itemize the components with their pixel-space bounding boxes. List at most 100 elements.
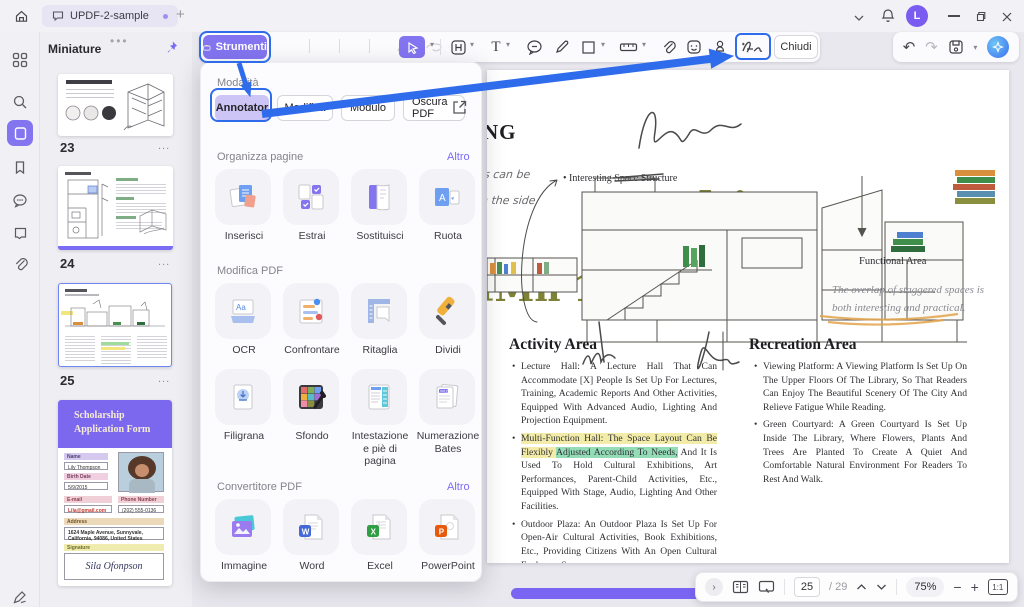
tile-label-excel: Excel (367, 560, 393, 572)
mode-annotator[interactable]: Annotator (215, 95, 269, 121)
attach-tool[interactable] (656, 36, 680, 58)
zoom-out-button[interactable]: − (953, 579, 961, 595)
ai-assistant-button[interactable] (987, 36, 1010, 58)
tile-ritaglia[interactable] (351, 283, 407, 339)
strumenti-button[interactable]: Strumenti (203, 35, 267, 59)
home-button[interactable] (8, 5, 34, 27)
tile-ruota[interactable]: A (419, 169, 475, 225)
tile-confrontare[interactable] (283, 283, 339, 339)
thumbnail-page-24[interactable] (58, 166, 173, 250)
search-button[interactable] (7, 89, 33, 115)
section-organizza-title: Organizza pagine (217, 151, 304, 163)
notes-button[interactable] (7, 219, 33, 245)
shape-chevron[interactable]: ▾ (601, 40, 605, 49)
section-organizza-altro[interactable]: Altro (447, 151, 470, 163)
tile-numerazione-bates[interactable]: 00123 (419, 369, 475, 425)
panel-resize-handle[interactable]: ••• (110, 34, 129, 48)
chiudi-button[interactable]: Chiudi (774, 35, 818, 59)
section-convertitore-altro[interactable]: Altro (447, 481, 470, 493)
highlight-tool[interactable] (446, 36, 470, 58)
measure-chevron[interactable]: ▾ (642, 40, 646, 49)
notifications-button[interactable] (880, 8, 896, 29)
split-knife-icon (436, 296, 455, 325)
tile-dividi[interactable] (419, 283, 475, 339)
comment-tool[interactable] (522, 36, 546, 58)
thumbnail-form-page[interactable]: Scholarship Application Form Name Lily T… (58, 400, 172, 586)
sticker-tool[interactable] (682, 36, 706, 58)
shape-tool[interactable] (576, 36, 600, 58)
tile-word[interactable]: W (283, 499, 339, 555)
open-in-window-button[interactable] (451, 99, 468, 121)
stamp-tool[interactable] (708, 36, 732, 58)
text-chevron[interactable]: ▾ (506, 40, 510, 49)
page-number-input[interactable]: 25 (794, 577, 820, 597)
pdf-page[interactable]: NG s can be n the side • Interesting Spa… (487, 70, 1009, 563)
crop-icon (368, 299, 390, 323)
presentation-button[interactable] (758, 580, 775, 594)
form-title-line2: Application Form (74, 423, 151, 435)
page-menu-25[interactable]: ... (158, 373, 170, 385)
chevron-up-icon (857, 584, 867, 590)
mode-modulo[interactable]: Modulo (341, 95, 395, 121)
measure-tool[interactable] (616, 36, 640, 58)
minimize-button[interactable] (948, 15, 960, 17)
chevron-down-icon[interactable] (853, 10, 865, 28)
next-page-button[interactable] (876, 583, 887, 591)
highlight-chevron[interactable]: ▾ (470, 40, 474, 49)
draw-edit-button[interactable] (7, 584, 33, 607)
unsaved-dot (162, 13, 168, 19)
search-icon (13, 95, 27, 109)
app-grid-button[interactable] (7, 47, 33, 73)
tile-immagine[interactable] (215, 499, 271, 555)
mode-modifica[interactable]: Modifica (277, 95, 333, 121)
chat-doc-icon (52, 11, 64, 22)
document-tab[interactable]: UPDF-2-sample (42, 5, 178, 27)
select-tool-active[interactable] (399, 36, 425, 58)
tile-sfondo[interactable] (283, 369, 339, 425)
tile-filigrana[interactable] (215, 369, 271, 425)
close-button[interactable] (1001, 10, 1013, 28)
form-birth-label: Birth Date (64, 473, 108, 480)
tile-excel[interactable]: X (351, 499, 407, 555)
tile-inserisci[interactable] (215, 169, 271, 225)
zoom-level[interactable]: 75% (906, 577, 945, 597)
tile-sostituisci[interactable] (351, 169, 407, 225)
thumbnail-page-25-selected[interactable] (58, 283, 172, 367)
bookmarks-button[interactable] (7, 154, 33, 180)
zoom-in-button[interactable]: + (971, 579, 979, 595)
attachments-button[interactable] (7, 251, 33, 277)
tile-powerpoint[interactable]: P (419, 499, 475, 555)
tile-label-sostituisci: Sostituisci (356, 230, 404, 242)
extract-pages-icon (298, 184, 324, 210)
select-tool-chevron[interactable]: ▾ (430, 40, 434, 49)
horizontal-scrollbar[interactable] (511, 588, 701, 599)
actual-size-button[interactable]: 1:1 (987, 579, 1008, 595)
page-menu-23[interactable]: ... (158, 140, 170, 152)
text-tool[interactable]: T (484, 36, 508, 58)
save-chevron[interactable]: ▾ (973, 43, 977, 52)
bell-icon (881, 9, 895, 22)
undo-button[interactable]: ↶ (903, 38, 916, 56)
activity-area-title: Activity Area (509, 336, 597, 353)
reading-view-button[interactable] (732, 580, 749, 594)
tile-ocr[interactable]: Aa (215, 283, 271, 339)
new-tab-button[interactable]: + (176, 6, 185, 23)
signature-tool[interactable] (740, 36, 764, 58)
avatar[interactable]: L (906, 5, 928, 27)
redo-button[interactable]: ↷ (925, 38, 938, 56)
thumbnail-page-23[interactable] (58, 74, 173, 136)
ruler-icon (619, 43, 637, 52)
tile-intestazione[interactable] (351, 369, 407, 425)
pin-button[interactable] (164, 40, 179, 61)
square-icon (581, 40, 595, 54)
restore-button[interactable] (974, 10, 987, 28)
tile-estrai[interactable] (283, 169, 339, 225)
comments-button[interactable] (7, 187, 33, 213)
thumbnails-panel-button[interactable] (7, 120, 33, 146)
previous-page-button[interactable] (856, 583, 867, 591)
form-email-value: Lila@gmail.com (64, 505, 112, 514)
page-menu-24[interactable]: ... (158, 256, 170, 268)
pen-tool[interactable] (550, 36, 574, 58)
save-button[interactable] (948, 39, 964, 55)
collapse-bar-button[interactable]: › (705, 578, 723, 596)
